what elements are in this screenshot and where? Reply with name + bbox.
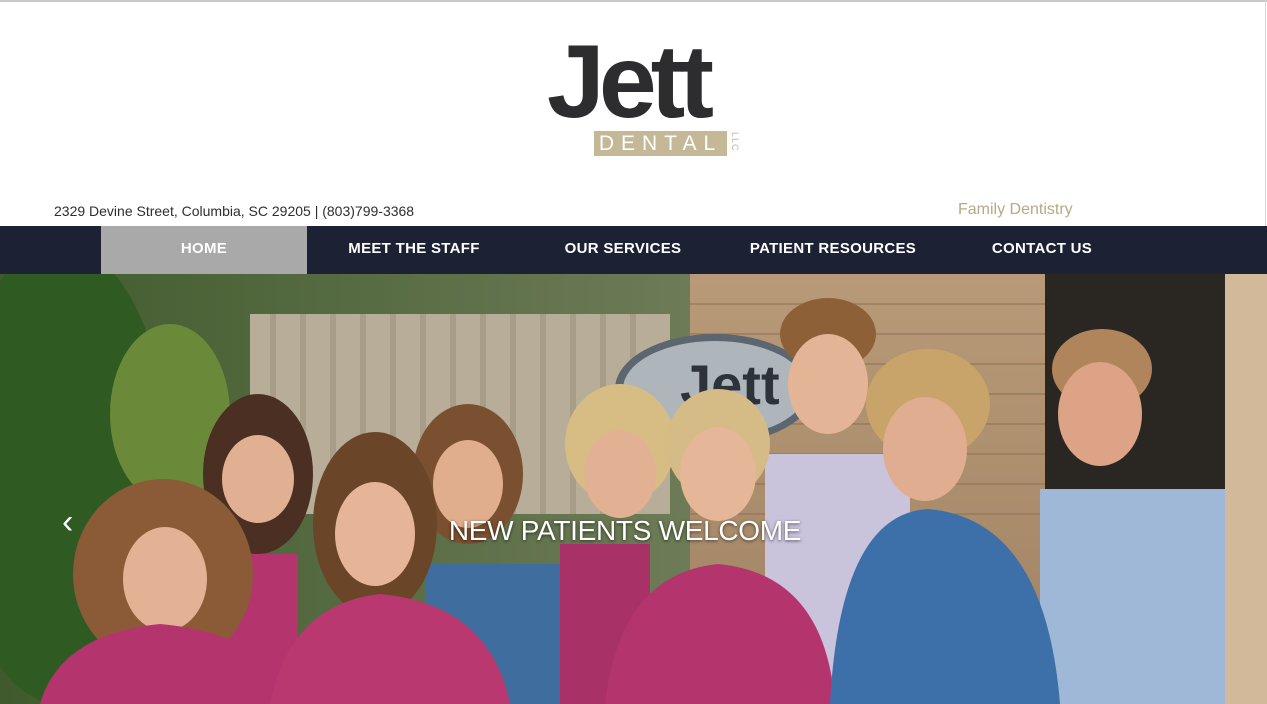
jett-dental-logo[interactable]: Jett DENTAL LLC <box>547 30 747 164</box>
hero-caption: NEW PATIENTS WELCOME <box>448 515 802 546</box>
logo-subtitle: DENTAL <box>598 132 723 155</box>
nav-contact-us[interactable]: CONTACT US <box>942 226 1142 274</box>
nav-meet-the-staff[interactable]: MEET THE STAFF <box>314 226 514 274</box>
address-phone: 2329 Devine Street, Columbia, SC 29205 |… <box>54 203 415 219</box>
hero-photo: Jett <box>0 274 1267 704</box>
hero-slider: Jett ‹ <box>0 274 1267 704</box>
logo-wordmark: Jett <box>547 24 714 140</box>
top-border <box>0 0 1267 2</box>
nav-our-services[interactable]: OUR SERVICES <box>523 226 723 274</box>
logo-llc: LLC <box>730 132 740 152</box>
main-nav: HOME MEET THE STAFF OUR SERVICES PATIENT… <box>0 226 1267 274</box>
tagline: Family Dentistry <box>958 201 1073 218</box>
nav-home[interactable]: HOME <box>101 226 307 274</box>
nav-patient-resources[interactable]: PATIENT RESOURCES <box>733 226 933 274</box>
